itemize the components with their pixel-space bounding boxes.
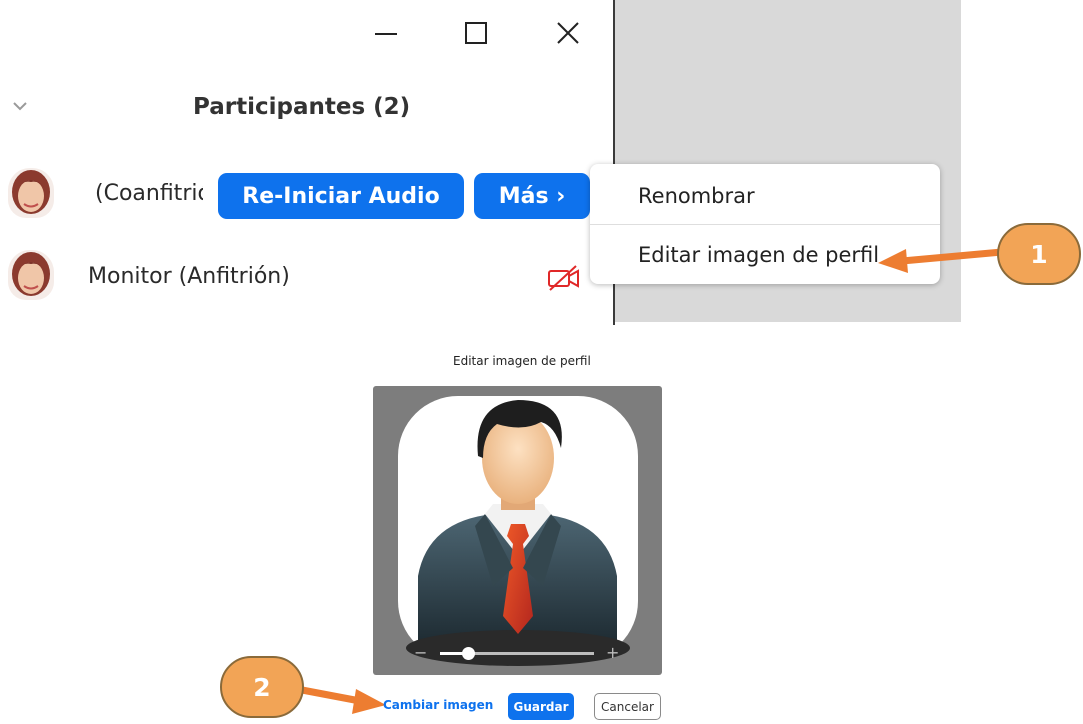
maximize-icon [465,22,487,44]
callout-arrow-2 [301,686,386,714]
participant-name: (Coanfitrión) [95,181,203,206]
restart-audio-button[interactable]: Re-Iniciar Audio [218,173,464,219]
save-button[interactable]: Guardar [508,693,574,720]
zoom-slider-thumb[interactable] [461,647,475,660]
profile-image-preview[interactable] [373,386,662,675]
close-icon [557,22,579,44]
close-button[interactable] [548,18,588,48]
participant-name: Monitor (Anfitrión) [88,264,290,289]
callout-badge: 2 [220,656,304,718]
video-off-icon[interactable] [546,263,582,293]
menu-item-edit-profile-picture[interactable]: Editar imagen de perfil [638,243,879,267]
callout-badge: 1 [997,223,1081,285]
participant-avatar [8,168,54,218]
participant-avatar [8,250,54,300]
more-button[interactable]: Más › [474,173,590,219]
menu-item-rename[interactable]: Renombrar [638,184,755,208]
callout-arrow-1 [878,248,1003,273]
chevron-down-icon[interactable] [10,96,30,116]
zoom-in-icon[interactable]: + [606,643,619,662]
cancel-button[interactable]: Cancelar [594,693,661,720]
change-image-button[interactable]: Cambiar imagen [383,698,493,712]
panel-title: Participantes (2) [193,94,411,120]
zoom-out-icon[interactable]: − [414,643,427,662]
dialog-title: Editar imagen de perfil [453,354,591,368]
maximize-button[interactable] [456,18,496,48]
minimize-icon [375,33,397,35]
minimize-button[interactable] [366,18,406,48]
menu-divider [590,224,940,225]
businessman-avatar-image [398,396,638,666]
